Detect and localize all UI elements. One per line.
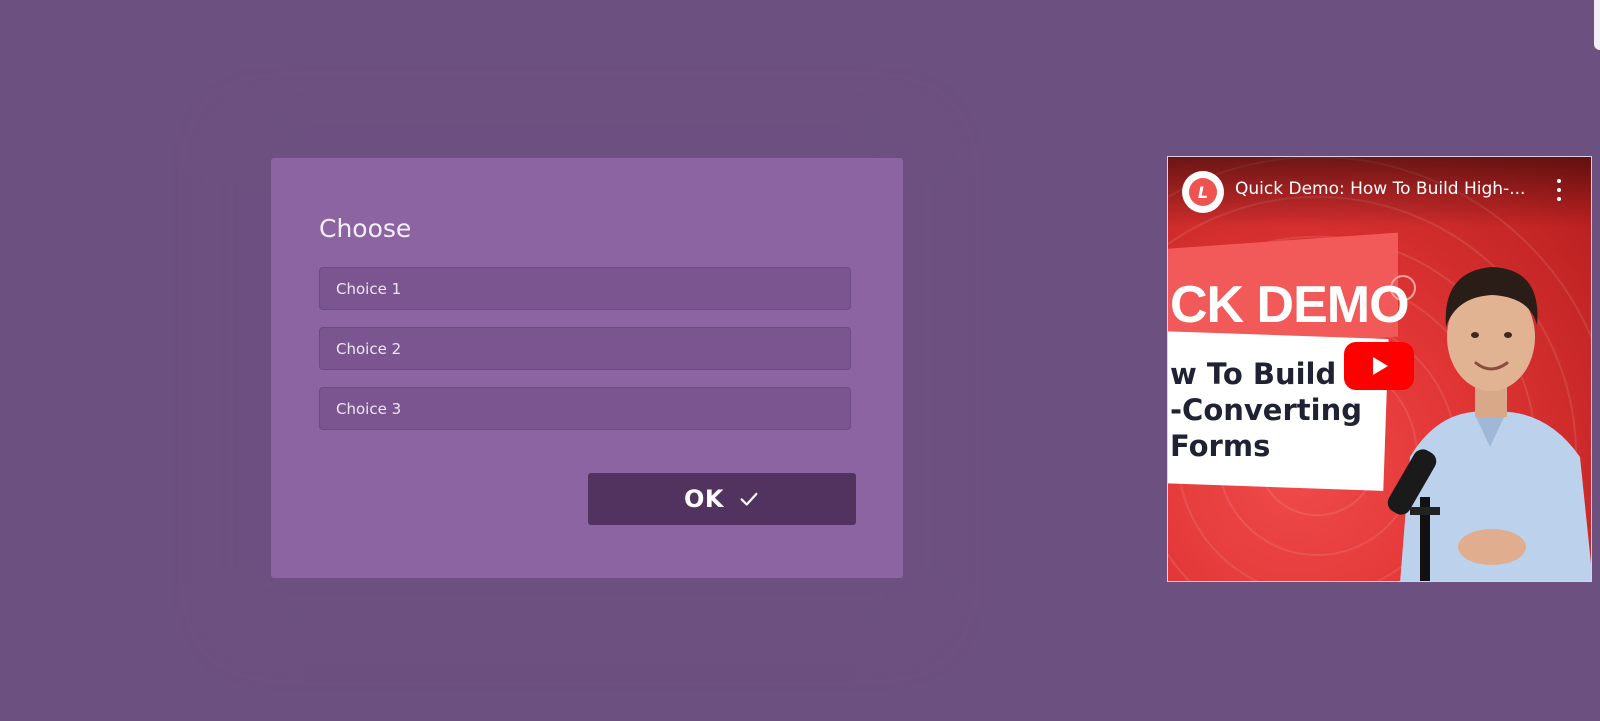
play-button[interactable] <box>1344 342 1414 390</box>
checkmark-icon <box>740 492 758 506</box>
ok-button[interactable]: OK <box>588 473 856 525</box>
thumbnail-heading: CK DEMO <box>1170 276 1410 334</box>
thumbnail-line-2: -Converting <box>1170 393 1362 427</box>
choice-option-2[interactable]: Choice 2 <box>319 327 851 370</box>
more-vert-icon[interactable] <box>1555 179 1563 201</box>
choice-form-card: Choose Choice 1 Choice 2 Choice 3 OK <box>271 158 903 578</box>
choice-option-3[interactable]: Choice 3 <box>319 387 851 430</box>
thumbnail-line-1: w To Build <box>1170 357 1337 391</box>
presenter-image <box>1387 267 1591 581</box>
channel-avatar[interactable]: L <box>1182 171 1224 213</box>
form-title: Choose <box>319 214 412 243</box>
video-title[interactable]: Quick Demo: How To Build High-... <box>1235 179 1535 199</box>
play-icon <box>1373 357 1388 375</box>
page: Choose Choice 1 Choice 2 Choice 3 OK CK … <box>0 0 1600 721</box>
video-embed[interactable]: CK DEMO w To Build -Converting Forms L Q… <box>1167 156 1592 582</box>
channel-logo: L <box>1189 178 1217 206</box>
scrollbar-edge[interactable] <box>1594 0 1600 50</box>
ok-button-label: OK <box>684 485 724 513</box>
choice-option-1[interactable]: Choice 1 <box>319 267 851 310</box>
thumbnail-line-3: Forms <box>1170 429 1271 463</box>
